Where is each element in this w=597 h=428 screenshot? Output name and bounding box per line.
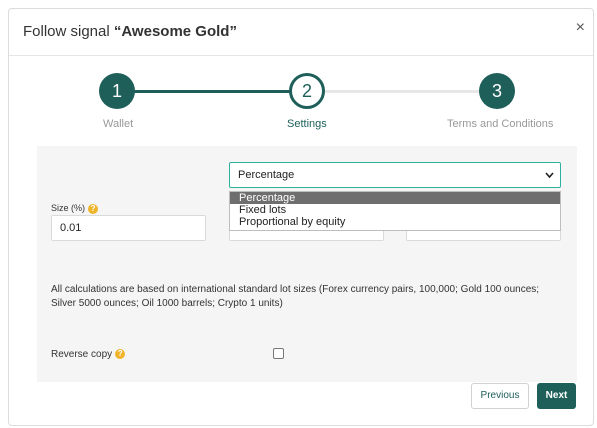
close-icon[interactable]: ×: [576, 19, 585, 37]
copy-mode-select[interactable]: Percentage: [229, 162, 561, 188]
lot-size-note: All calculations are based on internatio…: [51, 284, 540, 309]
signal-name: “Awesome Gold”: [113, 23, 237, 40]
reverse-copy-label: Reverse copy?: [51, 349, 126, 360]
stepper-remaining-line: [320, 90, 500, 93]
question-circle-icon[interactable]: ?: [115, 349, 126, 360]
stepper-progress-line: [118, 90, 308, 93]
option-percentage[interactable]: Percentage: [230, 192, 560, 204]
step-2-circle: 2: [289, 73, 325, 109]
reverse-copy-checkbox[interactable]: [273, 348, 284, 359]
copy-mode-dropdown: Percentage Fixed lots Proportional by eq…: [229, 191, 561, 231]
copy-mode-value: Percentage: [238, 169, 295, 181]
modal-title: Follow signal “Awesome Gold”: [23, 23, 237, 40]
question-circle-icon[interactable]: ?: [88, 203, 99, 214]
option-fixed-lots[interactable]: Fixed lots: [230, 204, 560, 216]
step-2-label: Settings: [287, 118, 327, 130]
size-input[interactable]: 0.01: [51, 215, 206, 241]
step-1-label: Wallet: [103, 118, 134, 130]
step-3-label: Terms and Conditions: [447, 118, 554, 130]
reverse-copy-label-text: Reverse copy: [51, 349, 113, 360]
previous-button[interactable]: Previous: [471, 383, 529, 409]
next-button[interactable]: Next: [537, 383, 576, 409]
size-label: Size (%)?: [51, 203, 99, 214]
size-label-text: Size (%): [51, 203, 86, 213]
modal-title-prefix: Follow signal: [23, 23, 114, 40]
modal-header: Follow signal “Awesome Gold” ×: [9, 9, 593, 56]
step-1-circle: 1: [99, 73, 135, 109]
step-3-circle: 3: [479, 73, 515, 109]
option-proportional-by-equity[interactable]: Proportional by equity: [230, 216, 560, 228]
